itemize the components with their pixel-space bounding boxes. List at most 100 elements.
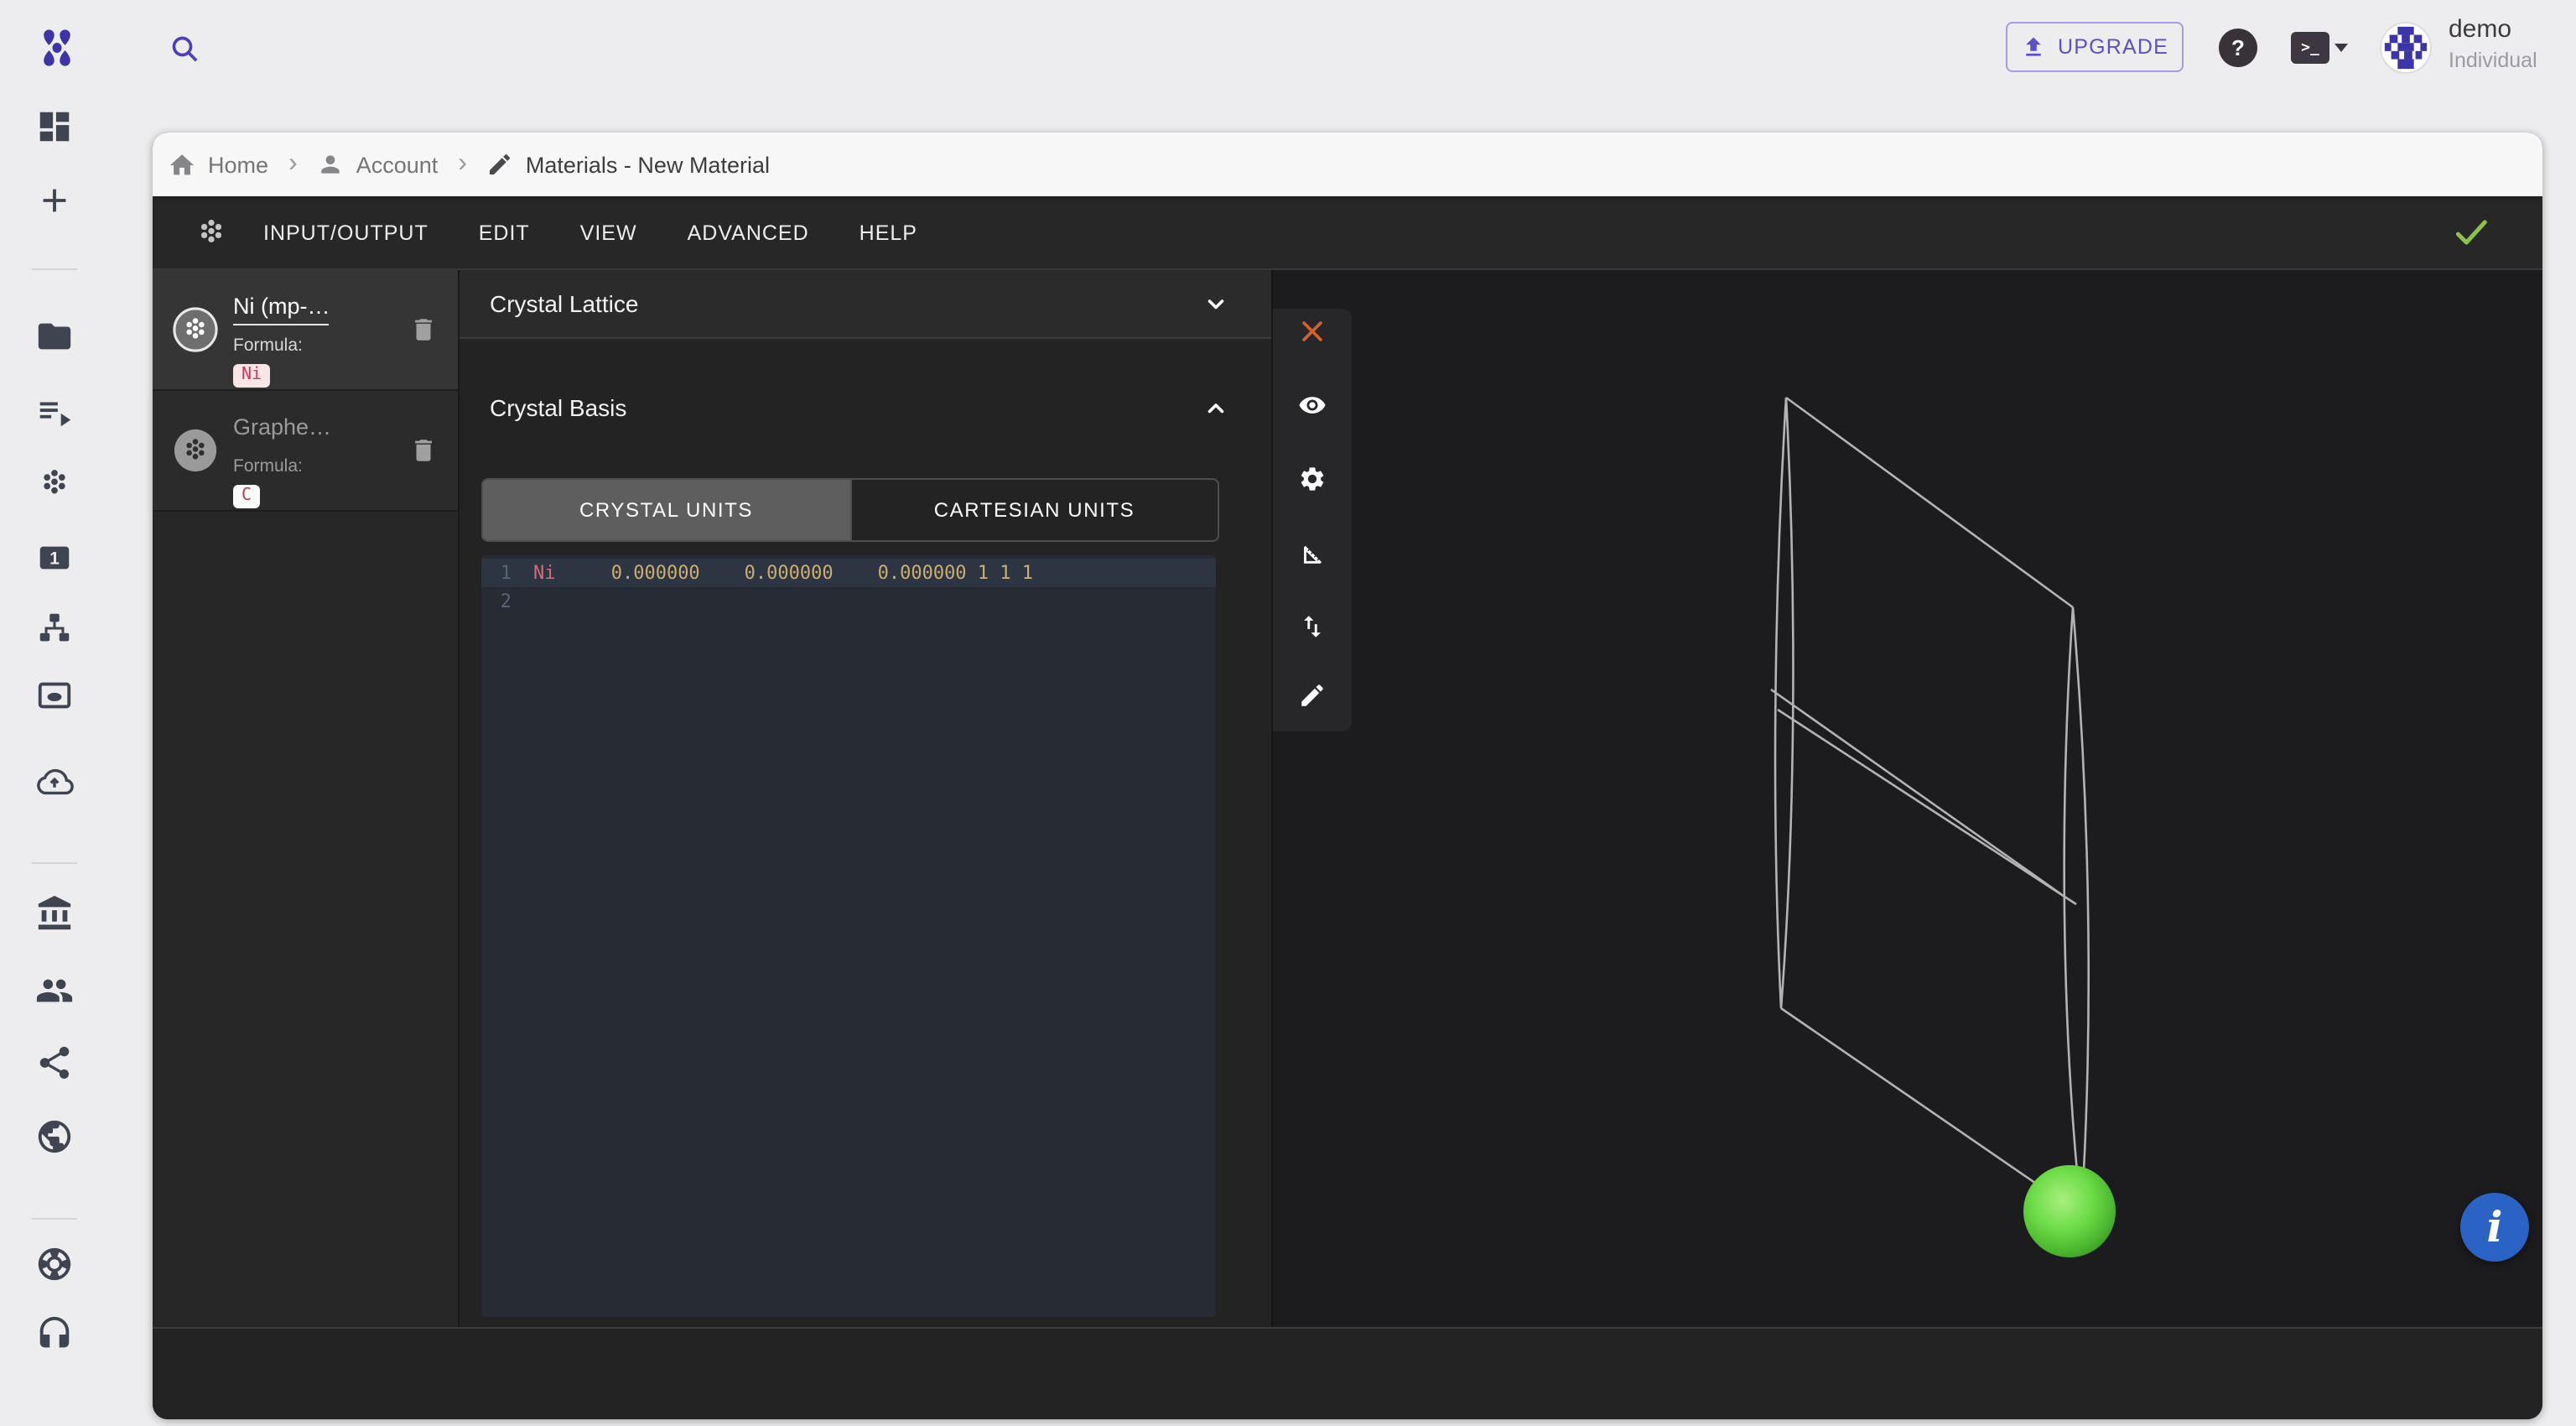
- menu-input-output[interactable]: INPUT/OUTPUT: [263, 221, 428, 244]
- element-token: Ni: [533, 562, 556, 584]
- material-name: Graphe…: [233, 414, 394, 440]
- material-name: Ni (mp-…: [233, 294, 394, 319]
- formula-label: Formula:: [233, 336, 394, 356]
- saved-check-icon[interactable]: [2450, 211, 2492, 253]
- coord-z: 0.000000: [878, 562, 967, 584]
- material-item-ni[interactable]: Ni (mp-… Formula: Ni: [153, 270, 458, 391]
- terminal-icon: >_: [2291, 32, 2329, 64]
- crystal-basis-accordion[interactable]: Crystal Basis: [460, 374, 1271, 441]
- coord-x: 0.000000: [611, 562, 700, 584]
- chevron-down-icon: [2334, 44, 2348, 52]
- menu-advanced[interactable]: ADVANCED: [688, 221, 809, 244]
- coord-y: 0.000000: [745, 562, 834, 584]
- section-title: Crystal Basis: [490, 394, 626, 421]
- support-wheel-icon[interactable]: [35, 1245, 74, 1283]
- tab-crystal-units[interactable]: CRYSTAL UNITS: [483, 480, 849, 540]
- bank-unit-icon[interactable]: 1: [35, 539, 74, 577]
- divider: [32, 1218, 77, 1220]
- delete-material-icon[interactable]: [409, 436, 438, 465]
- formula-chip: Ni: [233, 364, 270, 388]
- basis-code-editor[interactable]: 1 Ni 0.000000 0.000000 0.000000 1 1 1 2: [481, 555, 1216, 1317]
- formula-label: Formula:: [233, 456, 394, 476]
- headset-icon[interactable]: [35, 1315, 74, 1354]
- terminal-dropdown-button[interactable]: >_: [2291, 32, 2348, 64]
- line-number: 1: [481, 559, 512, 587]
- team-icon[interactable]: [35, 971, 74, 1010]
- settings-gear-icon[interactable]: [1298, 465, 1327, 493]
- line-number: 2: [481, 587, 512, 616]
- material-settings-panel: Crystal Lattice Crystal Basis CRYSTAL UN…: [460, 270, 1273, 1327]
- material-avatar: [173, 428, 218, 473]
- breadcrumb: Home › Account › Materials - New Materia…: [153, 133, 2542, 196]
- crystal-lattice-accordion[interactable]: Crystal Lattice: [460, 270, 1271, 339]
- breadcrumb-separator: ›: [288, 151, 298, 178]
- close-icon[interactable]: [1298, 317, 1327, 346]
- atoms-dots-icon: [193, 214, 230, 251]
- institution-icon[interactable]: [35, 894, 74, 933]
- divider: [32, 268, 77, 270]
- jobs-list-icon[interactable]: [35, 393, 74, 431]
- visibility-eye-icon[interactable]: [1298, 391, 1327, 419]
- upgrade-button[interactable]: UPGRADE: [2006, 22, 2184, 72]
- folder-icon[interactable]: [35, 317, 74, 356]
- user-avatar[interactable]: [2381, 23, 2430, 72]
- measure-square-icon[interactable]: [1298, 539, 1327, 567]
- breadcrumb-separator: ›: [458, 151, 467, 178]
- menu-edit[interactable]: EDIT: [479, 221, 530, 244]
- help-icon[interactable]: ?: [2219, 29, 2257, 67]
- atom-ni: [2023, 1165, 2116, 1257]
- upload-icon: [2021, 34, 2046, 60]
- editor-window: Home › Account › Materials - New Materia…: [153, 133, 2542, 1419]
- swap-axes-icon[interactable]: [1298, 612, 1327, 641]
- top-app-bar: UPGRADE ? >_ demo: [0, 0, 2576, 97]
- person-icon: [318, 151, 345, 178]
- share-icon[interactable]: [35, 1043, 74, 1082]
- menu-help[interactable]: HELP: [860, 221, 917, 244]
- divider: [32, 862, 77, 864]
- workflows-icon[interactable]: [35, 609, 74, 648]
- tab-cartesian-units[interactable]: CARTESIAN UNITS: [849, 480, 1218, 540]
- upgrade-label: UPGRADE: [2058, 35, 2168, 59]
- breadcrumb-home[interactable]: Home: [168, 150, 268, 179]
- material-avatar: [173, 307, 218, 352]
- section-title: Crystal Lattice: [490, 290, 638, 317]
- materials-dots-icon[interactable]: [35, 465, 74, 503]
- user-name: demo: [2449, 15, 2537, 44]
- structure-3d-viewport[interactable]: i: [1273, 270, 2542, 1327]
- formula-chip: C: [233, 485, 260, 508]
- material-item-graphene[interactable]: Graphe… Formula: C: [153, 391, 458, 512]
- breadcrumb-account[interactable]: Account: [318, 151, 439, 178]
- menu-view[interactable]: VIEW: [580, 221, 637, 244]
- info-button[interactable]: i: [2460, 1193, 2529, 1262]
- home-icon: [168, 150, 196, 179]
- chevron-down-icon: [1201, 289, 1231, 319]
- name-underline: [233, 324, 329, 325]
- editor-menubar: INPUT/OUTPUT EDIT VIEW ADVANCED HELP: [153, 196, 2542, 270]
- user-plan: Individual: [2449, 49, 2537, 72]
- svg-text:1: 1: [49, 549, 60, 569]
- edit-pencil-icon[interactable]: [1298, 681, 1327, 710]
- page-title: Materials - New Material: [526, 152, 770, 177]
- statusbar: [153, 1327, 2542, 1419]
- dashboard-icon[interactable]: [35, 107, 74, 146]
- code-line: 1 Ni 0.000000 0.000000 0.000000 1 1 1: [481, 559, 1216, 587]
- edit-pencil-icon: [487, 151, 514, 178]
- unit-cell-wireframe: [1273, 270, 2542, 1327]
- left-nav-rail: 1: [0, 97, 109, 1426]
- search-icon[interactable]: [168, 32, 201, 65]
- constraint-flags: 1 1 1: [978, 562, 1033, 584]
- user-menu[interactable]: demo Individual: [2449, 15, 2537, 72]
- gallery-icon[interactable]: [35, 676, 74, 715]
- cloud-upload-icon[interactable]: [35, 763, 74, 802]
- mat3ra-logo-icon[interactable]: [39, 27, 75, 69]
- add-new-icon[interactable]: [35, 181, 74, 220]
- globe-icon[interactable]: [35, 1117, 74, 1156]
- breadcrumb-current-page: Materials - New Material: [487, 151, 770, 178]
- editor-content: Ni (mp-… Formula: Ni: [153, 270, 2542, 1327]
- code-line: 2: [481, 587, 1216, 616]
- chevron-up-icon: [1201, 393, 1231, 423]
- basis-units-tabs: CRYSTAL UNITS CARTESIAN UNITS: [481, 478, 1219, 542]
- delete-material-icon[interactable]: [409, 315, 438, 344]
- materials-sidebar: Ni (mp-… Formula: Ni: [153, 270, 460, 1327]
- viewer-toolbar: [1273, 309, 1352, 731]
